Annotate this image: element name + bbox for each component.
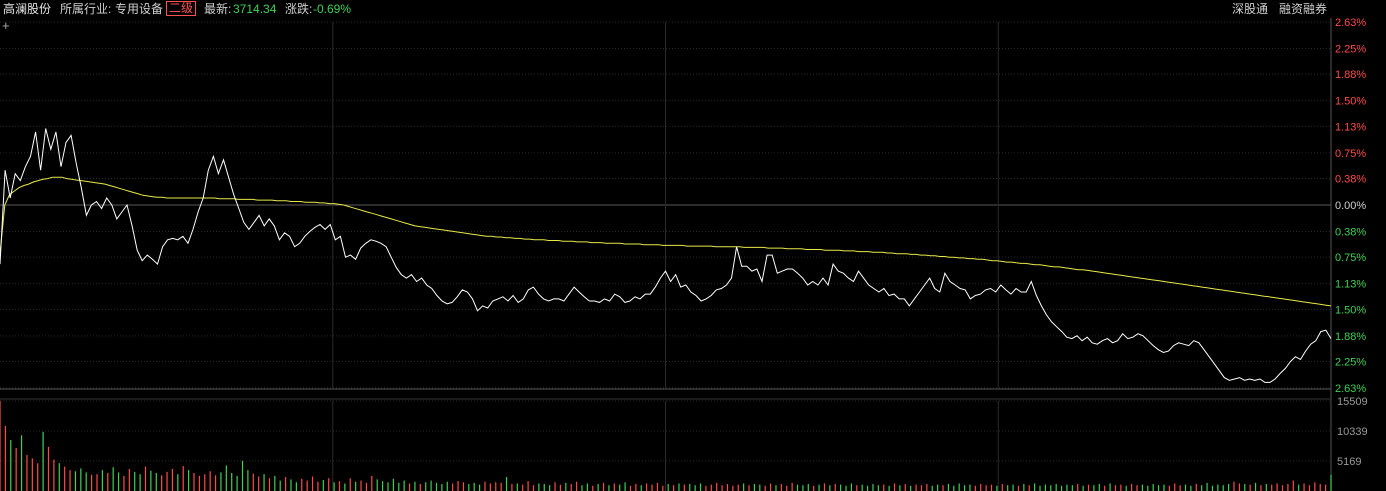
y-tick-label: 2.63% [1335, 17, 1366, 29]
volume-tick-label: 10339 [1337, 426, 1368, 438]
y-tick-label: 0.00% [1335, 200, 1366, 212]
y-tick-label: 2.25% [1335, 357, 1366, 369]
y-tick-label: 0.38% [1335, 226, 1366, 238]
y-tick-label: 0.75% [1335, 148, 1366, 160]
y-tick-label: 1.88% [1335, 69, 1366, 81]
y-tick-label: 1.13% [1335, 121, 1366, 133]
y-tick-label: 0.38% [1335, 174, 1366, 186]
y-tick-label: 1.13% [1335, 279, 1366, 291]
y-tick-label: 1.50% [1335, 96, 1366, 108]
y-tick-label: 1.88% [1335, 331, 1366, 343]
intraday-chart[interactable]: 2.63% 2.25% 1.88% 1.50% 1.13% 0.75% 0.38% 0.00%… [0, 0, 1386, 491]
volume-tick-label: 15509 [1337, 396, 1368, 408]
y-tick-label: 0.75% [1335, 252, 1366, 264]
y-tick-label: 2.25% [1335, 43, 1366, 55]
volume-tick-label: 5169 [1337, 456, 1361, 468]
y-tick-label: 2.63% [1335, 383, 1366, 395]
y-tick-label: 1.50% [1335, 304, 1366, 316]
